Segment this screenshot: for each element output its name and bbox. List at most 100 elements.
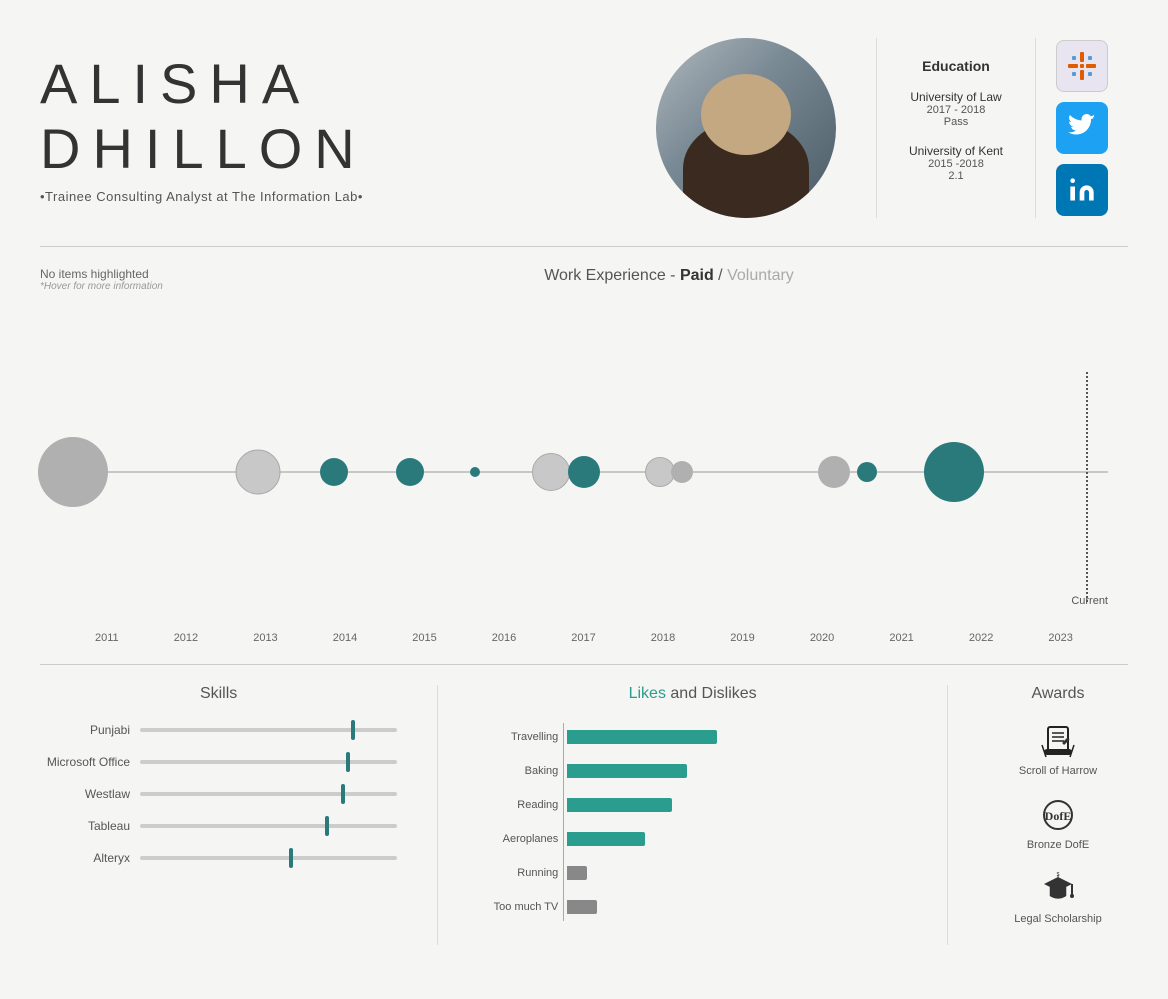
year-2013: 2013 — [253, 632, 277, 644]
year-2015: 2015 — [412, 632, 436, 644]
skills-title: Skills — [40, 685, 397, 703]
current-line — [1086, 372, 1088, 602]
graduation-icon: $ — [1040, 871, 1076, 907]
likes-chart: Travelling Baking Reading Aeroplanes Run… — [478, 723, 907, 921]
bubble-2017b — [568, 456, 600, 488]
twitter-icon — [1068, 114, 1096, 142]
last-name: DHILLON — [40, 117, 616, 181]
year-2023: 2023 — [1048, 632, 1072, 644]
awards-section: Awards Scroll of Harrow DofE Bronze DofE — [968, 685, 1128, 945]
likes-bar-reading — [567, 798, 672, 812]
skill-marker-punjabi — [351, 720, 355, 740]
tableau-button[interactable] — [1056, 40, 1108, 92]
photo-inner — [656, 38, 836, 218]
education-title: Education — [907, 58, 1005, 74]
year-2018: 2018 — [651, 632, 675, 644]
full-name: ALISHA DHILLON — [40, 52, 616, 181]
svg-text:DofE: DofE — [1045, 809, 1072, 823]
likes-bar-travelling — [567, 730, 717, 744]
skill-marker-alteryx — [289, 848, 293, 868]
award-name-scroll: Scroll of Harrow — [1019, 765, 1097, 777]
year-2014: 2014 — [333, 632, 357, 644]
bubble-2015 — [396, 458, 424, 486]
name-section: ALISHA DHILLON •Trainee Consulting Analy… — [40, 52, 616, 204]
likes-label-aeroplanes: Aeroplanes — [478, 833, 558, 845]
award-name-scholarship: Legal Scholarship — [1014, 913, 1101, 925]
skill-bar-westlaw — [140, 792, 397, 796]
skill-tableau: Tableau — [40, 819, 397, 833]
bubble-2011a — [38, 437, 108, 507]
skill-name-msoffice: Microsoft Office — [40, 755, 130, 769]
likes-title: Likes and Dislikes — [478, 685, 907, 703]
skill-westlaw: Westlaw — [40, 787, 397, 801]
likes-row-aeroplanes: Aeroplanes — [563, 825, 907, 853]
dofe-icon: DofE — [1040, 797, 1076, 833]
awards-title: Awards — [988, 685, 1128, 703]
skill-name-punjabi: Punjabi — [40, 723, 130, 737]
likes-rest: and Dislikes — [666, 685, 757, 702]
year-labels: 2011 2012 2013 2014 2015 2016 2017 2018 … — [40, 632, 1128, 664]
likes-label-reading: Reading — [478, 799, 558, 811]
year-2017: 2017 — [571, 632, 595, 644]
likes-bar-aeroplanes — [567, 832, 645, 846]
skill-punjabi: Punjabi — [40, 723, 397, 737]
likes-section: Likes and Dislikes Travelling Baking Rea… — [458, 685, 927, 945]
skill-marker-tableau — [325, 816, 329, 836]
likes-label-tv: Too much TV — [478, 901, 558, 913]
likes-row-travelling: Travelling — [563, 723, 907, 751]
edu-grade-1: Pass — [907, 116, 1005, 128]
paid-label: Paid — [680, 267, 714, 284]
bubble-2021 — [924, 442, 984, 502]
photo-section — [656, 38, 836, 218]
likes-label-travelling: Travelling — [478, 731, 558, 743]
likes-row-tv: Too much TV — [563, 893, 907, 921]
first-name: ALISHA — [40, 52, 616, 116]
likes-bar-baking — [567, 764, 687, 778]
edu-name-2: University of Kent — [907, 144, 1005, 158]
scroll-icon — [1040, 723, 1076, 759]
education-section: Education University of Law 2017 - 2018 … — [876, 38, 1036, 218]
skill-bar-alteryx — [140, 856, 397, 860]
twitter-button[interactable] — [1056, 102, 1108, 154]
voluntary-label: Voluntary — [727, 267, 794, 284]
profile-photo — [656, 38, 836, 218]
skill-bar-tableau — [140, 824, 397, 828]
bubble-2013 — [235, 450, 280, 495]
work-title-text: Work Experience - — [544, 267, 680, 284]
bottom-sections: Skills Punjabi Microsoft Office Westlaw … — [40, 664, 1128, 945]
skill-alteryx: Alteryx — [40, 851, 397, 865]
skills-section: Skills Punjabi Microsoft Office Westlaw … — [40, 685, 417, 945]
linkedin-button[interactable] — [1056, 164, 1108, 216]
skill-name-alteryx: Alteryx — [40, 851, 130, 865]
likes-label-baking: Baking — [478, 765, 558, 777]
skill-bar-msoffice — [140, 760, 397, 764]
bubble-2020b — [857, 462, 877, 482]
header: ALISHA DHILLON •Trainee Consulting Analy… — [0, 0, 1168, 246]
subtitle: •Trainee Consulting Analyst at The Infor… — [40, 189, 616, 204]
v-divider-2 — [947, 685, 948, 945]
year-2020: 2020 — [810, 632, 834, 644]
dislike-bar-running — [567, 866, 587, 880]
linkedin-icon — [1068, 176, 1096, 204]
year-2022: 2022 — [969, 632, 993, 644]
work-section: No items highlighted *Hover for more inf… — [0, 247, 1168, 302]
year-2011: 2011 — [95, 632, 119, 644]
edu-years-2: 2015 -2018 — [907, 158, 1005, 170]
skill-marker-msoffice — [346, 752, 350, 772]
timeline: Current — [40, 312, 1128, 632]
bubble-2020a — [818, 456, 850, 488]
tableau-icon — [1066, 50, 1098, 82]
bubble-2016 — [470, 467, 480, 477]
work-header: No items highlighted *Hover for more inf… — [40, 267, 1128, 292]
likes-row-reading: Reading — [563, 791, 907, 819]
work-title: Work Experience - Paid / Voluntary — [210, 267, 1128, 285]
no-items-text: No items highlighted — [40, 267, 190, 281]
edu-item-1: University of Law 2017 - 2018 Pass — [907, 90, 1005, 128]
edu-item-2: University of Kent 2015 -2018 2.1 — [907, 144, 1005, 182]
skill-name-westlaw: Westlaw — [40, 787, 130, 801]
award-scholarship: $ Legal Scholarship — [988, 871, 1128, 925]
year-2016: 2016 — [492, 632, 516, 644]
edu-years-1: 2017 - 2018 — [907, 104, 1005, 116]
likes-row-running: Running — [563, 859, 907, 887]
year-2019: 2019 — [730, 632, 754, 644]
